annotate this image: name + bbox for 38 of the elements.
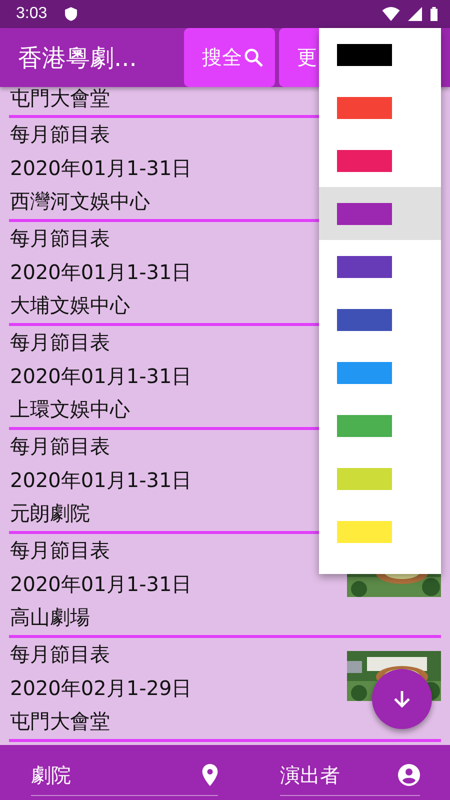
program-date: 2020年01月1-31日 [10, 258, 192, 286]
venue-name: 上環文娛中心 [10, 396, 130, 423]
venue-name: 元朗劇院 [10, 500, 90, 527]
list-item[interactable]: 每月節目表 2020年01月1-31日 上環文娛中心 [0, 326, 450, 427]
input-field[interactable]: 劇院 [31, 755, 218, 796]
list-item[interactable]: 每月節目表 2020年01月1-31日 大埔文娛中心 [0, 222, 450, 323]
app-title: 香港粵劇... [18, 42, 138, 74]
color-option[interactable] [319, 187, 441, 240]
venue-name: 大埔文娛中心 [10, 292, 130, 319]
program-date: 2020年01月1-31日 [10, 362, 192, 390]
program-date: 2020年01月1-31日 [10, 570, 192, 598]
account-icon [398, 764, 420, 786]
program-date: 2020年01月1-31日 [10, 154, 192, 182]
program-title: 每月節目表 [10, 641, 110, 668]
arrow-down-icon [392, 689, 412, 709]
battery-icon [430, 7, 438, 21]
shield-icon [65, 7, 78, 21]
venue-name: 屯門大會堂 [10, 708, 110, 735]
search-icon [244, 48, 263, 67]
program-title: 每月節目表 [10, 433, 110, 460]
scroll-down-button[interactable] [372, 669, 432, 729]
program-date: 2020年02月1-29日 [10, 674, 192, 702]
status-time: 3:03 [16, 5, 48, 23]
list-item[interactable]: 屯門大會堂 [0, 89, 450, 115]
location-pin-icon [202, 764, 218, 786]
venue-name: 屯門大會堂 [10, 87, 110, 112]
wifi-icon [382, 7, 400, 21]
program-title: 每月節目表 [10, 329, 110, 356]
signal-icon [408, 7, 422, 21]
venue-name: 高山劇場 [10, 604, 90, 631]
list-item[interactable]: 每月節目表 2020年01月1-31日 元朗劇院 [0, 430, 450, 531]
program-title: 每月節目表 [10, 225, 110, 252]
list-item[interactable]: 每月節目表 2020年01月1-31日 西灣河文娛中心 [0, 118, 450, 219]
program-date: 2020年01月1-31日 [10, 466, 192, 494]
venue-name: 西灣河文娛中心 [10, 188, 150, 215]
program-title: 每月節目表 [10, 537, 110, 564]
program-title: 每月節目表 [10, 121, 110, 148]
input-field[interactable]: 演出者 [280, 755, 420, 796]
